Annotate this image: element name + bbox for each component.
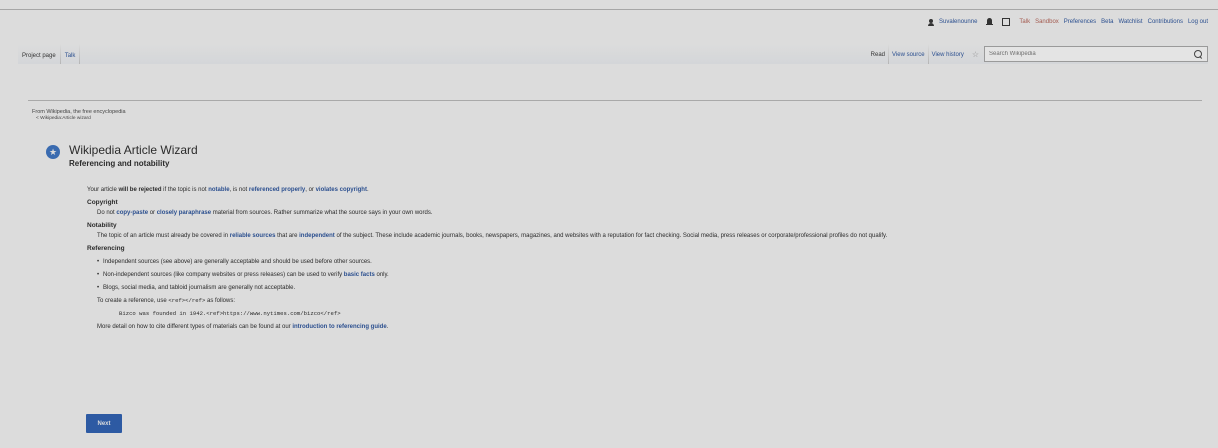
notability-paragraph: The topic of an article must already be … <box>87 231 1167 241</box>
intro-text: if the topic is not <box>161 187 209 193</box>
intro-text: Your article <box>87 187 119 193</box>
tab-talk[interactable]: Talk <box>61 44 80 64</box>
notability-text: of the subject. These include academic j… <box>334 233 888 239</box>
list-item: Independent sources (see above) are gene… <box>87 257 1167 267</box>
logout-link[interactable]: Log out <box>1188 19 1208 25</box>
copyright-text: material from sources. Rather summarize … <box>211 210 433 216</box>
more-text: . <box>386 324 389 330</box>
tab-view-history[interactable]: View history <box>929 44 967 64</box>
referenced-properly-link[interactable]: referenced properly <box>249 187 305 193</box>
create-text: as follows: <box>205 298 235 304</box>
notifications-bell-icon[interactable] <box>986 18 994 26</box>
tab-separator <box>79 44 81 64</box>
independent-link[interactable]: independent <box>299 233 335 239</box>
copyright-paragraph: Do not copy-paste or closely paraphrase … <box>87 208 1167 218</box>
ref-tag-code: <ref></ref> <box>168 297 206 304</box>
tab-read[interactable]: Read <box>868 44 888 64</box>
list-item-text: only. <box>374 272 389 278</box>
search-box <box>984 46 1208 62</box>
intro-text: , or <box>305 187 316 193</box>
notices-tray-icon[interactable] <box>1002 18 1011 26</box>
personal-tools: Suvalenounne Talk Sandbox Preferences Be… <box>928 18 1208 26</box>
top-border <box>0 9 1218 10</box>
site-subtitle: From Wikipedia, the free encyclopedia <box>32 109 126 115</box>
next-button[interactable]: Next <box>86 414 122 433</box>
preferences-link[interactable]: Preferences <box>1064 19 1096 25</box>
copyright-heading: Copyright <box>87 199 118 206</box>
username-link[interactable]: Suvalenounne <box>939 19 977 25</box>
notable-link[interactable]: notable <box>208 187 229 193</box>
reliable-sources-link[interactable]: reliable sources <box>230 233 276 239</box>
breadcrumb[interactable]: < Wikipedia:Article wizard <box>36 116 91 121</box>
notability-text: that are <box>275 233 300 239</box>
intro-text: , is not <box>229 187 249 193</box>
view-tabs: Read View source View history ☆ <box>868 44 1208 64</box>
beta-link[interactable]: Beta <box>1101 19 1113 25</box>
watchlist-link[interactable]: Watchlist <box>1118 19 1142 25</box>
search-input[interactable] <box>989 51 1179 57</box>
user-icon <box>928 18 935 26</box>
more-detail-paragraph: More detail on how to cite different typ… <box>87 322 1167 332</box>
intro-text: . <box>366 187 369 193</box>
sandbox-link[interactable]: Sandbox <box>1035 19 1059 25</box>
create-text: To create a reference, use <box>97 298 169 304</box>
contributions-link[interactable]: Contributions <box>1148 19 1183 25</box>
create-reference-paragraph: To create a reference, use <ref></ref> a… <box>87 296 1167 306</box>
copyright-text: or <box>148 210 157 216</box>
intro-bold: will be rejected <box>118 187 162 193</box>
referencing-guide-link[interactable]: introduction to referencing guide <box>292 324 386 330</box>
more-text: More detail on how to cite different typ… <box>97 324 293 330</box>
closely-paraphrase-link[interactable]: closely paraphrase <box>157 210 211 216</box>
notability-text: The topic of an article must already be … <box>97 233 230 239</box>
intro-paragraph: Your article will be rejected if the top… <box>87 185 1167 195</box>
namespace-tabs: Project page Talk <box>18 44 81 64</box>
watch-star-icon[interactable]: ☆ <box>967 50 984 64</box>
copyright-text: Do not <box>97 210 117 216</box>
content-divider <box>28 100 1202 101</box>
reference-example: Bizco was founded in 1942.<ref>https://w… <box>119 310 341 317</box>
list-item-text: Non-independent sources (like company we… <box>103 272 344 278</box>
page-title: Wikipedia Article Wizard <box>69 143 198 157</box>
page-subtitle: Referencing and notability <box>69 159 170 168</box>
notability-heading: Notability <box>87 222 117 229</box>
violates-copyright-link[interactable]: violates copyright <box>316 187 367 193</box>
basic-facts-link[interactable]: basic facts <box>344 272 375 278</box>
list-item: Blogs, social media, and tabloid journal… <box>87 283 1167 293</box>
referencing-heading: Referencing <box>87 245 125 252</box>
wizard-body: Your article will be rejected if the top… <box>87 185 1167 332</box>
talk-link[interactable]: Talk <box>1019 19 1030 25</box>
tab-project-page[interactable]: Project page <box>18 44 60 64</box>
list-item: Non-independent sources (like company we… <box>87 270 1167 280</box>
tab-view-source[interactable]: View source <box>889 44 928 64</box>
wizard-star-icon: ★ <box>46 145 60 159</box>
search-icon[interactable] <box>1194 49 1203 59</box>
copy-paste-link[interactable]: copy-paste <box>116 210 148 216</box>
